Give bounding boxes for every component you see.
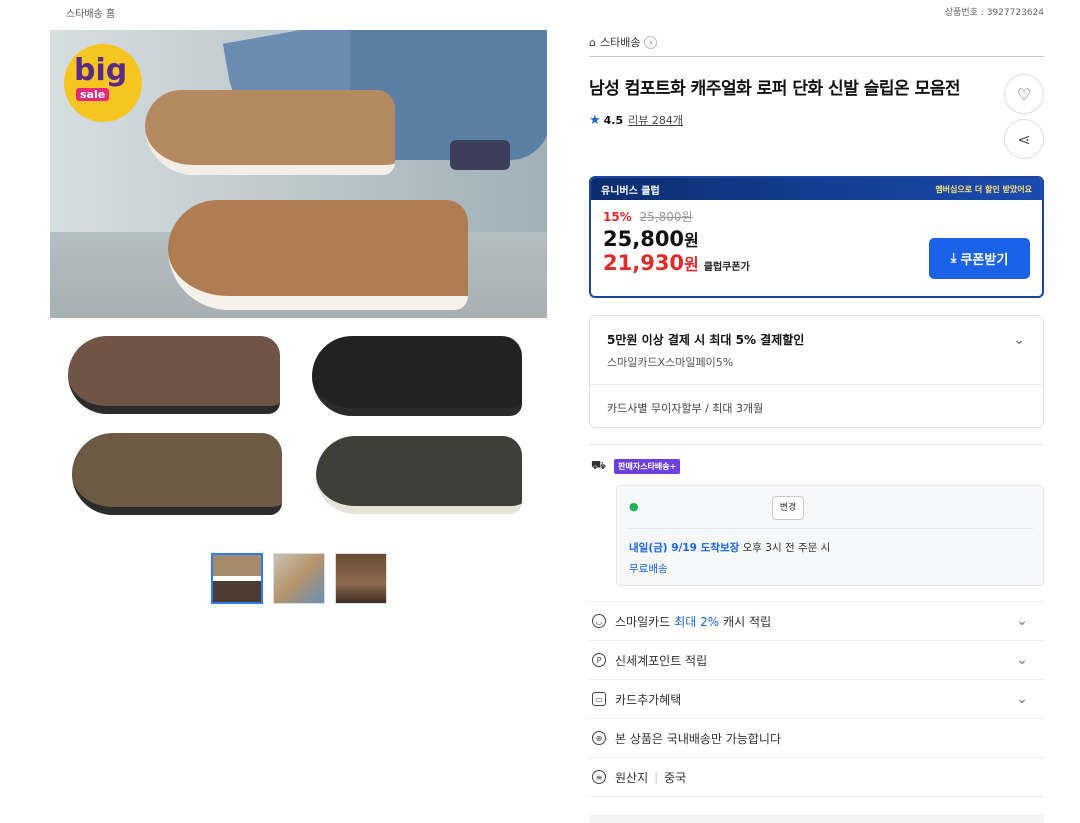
delivery-estimate: 내일(금) 9/19 도착보장 오후 3시 전 주문 시 (629, 542, 831, 554)
original-price: 25,800원 (639, 210, 693, 224)
discount-percent: 15% (603, 210, 632, 224)
delivery-address-box: ● 변경 내일(금) 9/19 도착보장 오후 3시 전 주문 시 무료배송 (616, 485, 1044, 586)
location-pin-icon: ● (629, 500, 639, 513)
chevron-down-icon[interactable]: ⌄ (1013, 332, 1025, 348)
share-icon[interactable]: ⋖ (1004, 119, 1044, 159)
product-number: 상품번호 : 3927723624 (944, 8, 1044, 18)
truck-icon: ⛟ (591, 458, 607, 472)
shoe-variant-khaki (72, 433, 282, 515)
thumbnail-1[interactable] (211, 553, 263, 604)
chevron-down-icon[interactable]: ⌄ (1016, 691, 1028, 707)
chevron-down-icon[interactable]: ⌄ (1016, 613, 1028, 629)
product-variants-image (50, 318, 547, 530)
globe-icon: ⊕ (592, 731, 606, 745)
reviews-link[interactable]: 리뷰 284개 (628, 112, 683, 128)
card-benefit-row[interactable]: ▭ 카드추가혜택 ⌄ (589, 679, 1044, 718)
ssg-point-row[interactable]: P 신세계포인트 적립 ⌄ (589, 640, 1044, 679)
heart-icon[interactable]: ♡ (1004, 74, 1044, 114)
point-icon: P (592, 653, 606, 667)
shoe-variant-brown (68, 336, 280, 414)
main-product-image[interactable]: big sale (50, 30, 547, 318)
big-sale-badge: big sale (64, 44, 142, 122)
free-shipping: 무료배송 (629, 563, 668, 575)
domestic-shipping-row: ⊕ 본 상품은 국내배송만 가능합니다 (589, 718, 1044, 757)
thumbnail-strip (211, 553, 387, 604)
thumbnail-3[interactable] (335, 553, 387, 604)
store-home-link[interactable]: 스타배송 홈 (66, 5, 115, 20)
search-icon: ≡ (592, 770, 606, 784)
store-link[interactable]: ⌂ 스타배송 › (589, 34, 658, 50)
top-bar: 스타배송 홈 상품번호 : 3927723624 (0, 0, 1080, 24)
smile-icon: ◡ (592, 614, 606, 628)
card-icon: ▭ (592, 692, 606, 706)
change-address-button[interactable]: 변경 (772, 496, 804, 520)
star-delivery-badge: 판매자스타배송+ (614, 458, 681, 474)
star-icon: ★ (589, 112, 601, 128)
home-icon: ⌂ (589, 35, 596, 49)
rating: ★ 4.5 리뷰 284개 (589, 112, 684, 128)
club-price-box: 유니버스 클럽 멤버십으로 더 할인 받았어요 15% 25,800원 25,8… (589, 176, 1044, 298)
loafer-image-1 (145, 90, 395, 175)
chevron-right-icon: › (644, 35, 658, 49)
shoe-variant-black (312, 336, 522, 416)
product-title: 남성 컴포트화 캐주얼화 로퍼 단화 신발 슬립온 모음전 (589, 79, 961, 99)
chevron-down-icon[interactable]: ⌄ (1016, 652, 1028, 668)
loafer-image-2 (168, 200, 468, 310)
payment-discount-box[interactable]: 5만원 이상 결제 시 최대 5% 결제할인 스마일카드X스마일페이5% ⌄ 카… (589, 315, 1044, 428)
download-icon: ⤓ (950, 251, 957, 266)
smile-card-row[interactable]: ◡ 스마일카드 최대 2% 캐시 적립 ⌄ (589, 601, 1044, 640)
benefits-list: ◡ 스마일카드 최대 2% 캐시 적립 ⌄ P 신세계포인트 적립 ⌄ ▭ 카드… (589, 601, 1044, 823)
shoe-variant-olive (316, 436, 522, 514)
shipping-row: ⛟ 판매자스타배송+ (591, 458, 681, 474)
get-coupon-button[interactable]: ⤓ 쿠폰받기 (929, 238, 1030, 279)
thumbnail-2[interactable] (273, 553, 325, 604)
origin-row: ≡ 원산지 | 중국 (589, 757, 1044, 796)
club-header: 유니버스 클럽 멤버십으로 더 할인 받았어요 (591, 178, 1042, 200)
